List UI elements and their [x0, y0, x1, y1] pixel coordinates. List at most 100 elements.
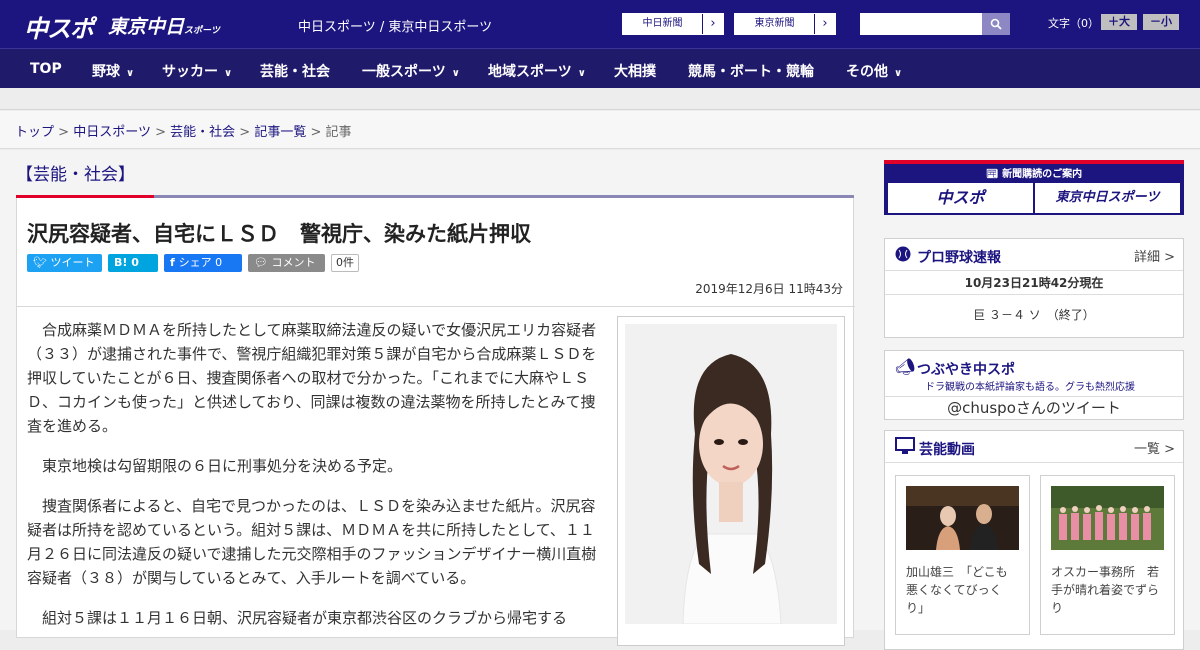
twitter-icon: 🐦︎ [33, 256, 51, 269]
nav-item-general-sports[interactable]: 一般スポーツ ∨ [362, 61, 460, 81]
chuspo-logo[interactable]: 中スポ [24, 9, 94, 44]
baseball-score[interactable]: 巨 ３－４ ソ （終了） [885, 295, 1183, 335]
chevron-right-icon: › [822, 16, 828, 31]
site-name[interactable]: 中日スポーツ / 東京中日スポーツ [298, 16, 492, 35]
subscription-title-text: 新聞購読のご案内 [1002, 169, 1083, 180]
comment-button[interactable]: 💬︎ コメント [248, 254, 325, 272]
article: 沢尻容疑者、自宅にＬＳＤ 警視庁、染みた紙片押収 🐦︎ ツイート B! 0 f … [16, 198, 855, 646]
video-caption: 加山雄三 「どこも悪くなくてびっくり」 [906, 565, 1008, 615]
share-buttons: 🐦︎ ツイート B! 0 f シェア 0 💬︎ コメント 0件 [27, 254, 359, 272]
nav-item-sumo[interactable]: 大相撲 [614, 61, 656, 81]
article-date: 2019年12月6日 11時43分 [695, 282, 843, 296]
nav-item-soccer[interactable]: サッカー ∨ [162, 61, 232, 81]
article-paragraph: 東京地検は勾留期限の６日に刑事処分を決める予定。 [42, 457, 403, 475]
subscription-title: 📰︎ 新聞購読のご案内 [884, 165, 1184, 180]
article-headline: 沢尻容疑者、自宅にＬＳＤ 警視庁、染みた紙片押収 [27, 222, 531, 246]
portrait-image [625, 324, 837, 624]
breadcrumb-entertainment[interactable]: 芸能・社会 [170, 125, 235, 140]
subscribe-chuspo-button[interactable]: 中スポ [888, 183, 1033, 213]
breadcrumb-chunichi-sports[interactable]: 中日スポーツ [73, 125, 151, 140]
search-button[interactable] [982, 13, 1010, 35]
facebook-share-button[interactable]: f シェア 0 [164, 254, 242, 272]
article-paragraph: 組対５課は１１月１６日朝、沢尻容疑者が東京都渋谷区のクラブから帰宅する [42, 609, 568, 627]
nav-label: 大相撲 [614, 64, 656, 80]
video-thumbnail [1051, 486, 1164, 550]
video-thumbnail [906, 486, 1019, 550]
search-icon [990, 18, 1002, 30]
baseball-icon [895, 246, 911, 262]
breadcrumb-separator: > [58, 125, 70, 140]
chunichi-shimbun-link[interactable]: 中日新聞 › [622, 13, 724, 35]
breadcrumb-top[interactable]: トップ [15, 125, 54, 140]
comment-icon: 💬︎ [254, 256, 272, 269]
tweets-widget: 📣︎ つぶやき中スポ ドラ観戦の本紙評論家も語る。グラも熱烈応援 @chuspo… [884, 350, 1184, 420]
chevron-right-icon: › [710, 16, 716, 31]
tokyo-logo-text: 東京中日 [108, 16, 185, 38]
nav-item-other[interactable]: その他 ∨ [846, 61, 902, 81]
breadcrumb-separator: > [155, 125, 166, 140]
main-nav: TOP 野球 ∨ サッカー ∨ 芸能・社会 一般スポーツ ∨ 地域スポーツ ∨ 大相撲 … [0, 48, 1200, 88]
chunichi-shimbun-label: 中日新聞 [623, 14, 703, 34]
article-body: 合成麻薬ＭＤＭＡを所持したとして麻薬取締法違反の疑いで女優沢尻エリカ容疑者（３３… [27, 318, 607, 646]
subscribe-tokyo-chunichi-button[interactable]: 東京中日スポーツ [1035, 183, 1180, 213]
nav-item-racing[interactable]: 競馬・ボート・競輪 [688, 61, 814, 81]
chuspo-tweets-link[interactable]: @chuspoさんのツイート [885, 397, 1183, 419]
article-paragraph: 合成麻薬ＭＤＭＡを所持したとして麻薬取締法違反の疑いで女優沢尻エリカ容疑者（３３… [27, 321, 597, 435]
video-widget-header: 芸能動画 一覧 > [885, 431, 1183, 463]
facebook-share-label: シェア 0 [178, 256, 223, 269]
tokyo-shimbun-label: 東京新聞 [735, 14, 815, 34]
chevron-down-icon: ∨ [224, 68, 233, 79]
video-caption: オスカー事務所 若手が晴れ着姿でずらり [1051, 565, 1160, 615]
tokyo-chunichi-logo[interactable]: 東京中日スポーツ [108, 12, 220, 39]
font-size-label: 文字（0） [1048, 17, 1099, 30]
font-smaller-button[interactable]: －小 [1143, 14, 1179, 30]
portrait-illustration [625, 324, 837, 624]
nav-item-baseball[interactable]: 野球 ∨ [92, 61, 134, 81]
chevron-down-icon: ∨ [894, 68, 903, 79]
twitter-share-button[interactable]: 🐦︎ ツイート [27, 254, 102, 272]
spacer-strip [0, 88, 1200, 110]
nav-label: 一般スポーツ [362, 64, 446, 80]
megaphone-icon: 📣︎ [895, 357, 916, 376]
breadcrumb-separator: > [239, 125, 251, 140]
nav-label: 競馬・ボート・競輪 [688, 64, 814, 80]
facebook-icon: f [170, 256, 179, 269]
nav-item-regional-sports[interactable]: 地域スポーツ ∨ [488, 61, 586, 81]
nav-item-top[interactable]: TOP [30, 61, 62, 77]
nav-label: サッカー [162, 64, 218, 80]
breadcrumb-current: 記事 [325, 125, 352, 140]
video-list-link[interactable]: 一覧 > [1134, 438, 1175, 457]
monitor-icon [895, 437, 915, 454]
article-divider [17, 306, 855, 307]
chevron-down-icon: ∨ [577, 68, 586, 79]
hatena-bookmark-button[interactable]: B! 0 [108, 254, 158, 272]
top-header: 中スポ 東京中日スポーツ 中日スポーツ / 東京中日スポーツ 中日新聞 › 東京… [0, 0, 1200, 48]
tokyo-logo-sub: スポーツ [184, 26, 220, 36]
baseball-widget-title: プロ野球速報 [917, 250, 1001, 266]
search-box [860, 13, 1010, 35]
baseball-widget-header: プロ野球速報 詳細 > [885, 239, 1183, 271]
tweets-widget-title: つぶやき中スポ [917, 362, 1015, 378]
category-heading: 【芸能・社会】 [16, 165, 135, 185]
subscription-banner[interactable]: 📰︎ 新聞購読のご案内 中スポ 東京中日スポーツ [884, 160, 1184, 215]
breadcrumb-separator: > [310, 125, 322, 140]
twitter-share-label: ツイート [50, 256, 95, 269]
baseball-widget: プロ野球速報 詳細 > 10月23日21時42分現在 巨 ３－４ ソ （終了） [884, 238, 1184, 338]
baseball-details-link[interactable]: 詳細 > [1134, 246, 1175, 265]
comment-count[interactable]: 0件 [331, 254, 359, 272]
breadcrumb: トップ > 中日スポーツ > 芸能・社会 > 記事一覧 > 記事 [0, 111, 1200, 149]
breadcrumb-article-list[interactable]: 記事一覧 [254, 125, 306, 140]
chevron-down-icon: ∨ [451, 68, 460, 79]
newspaper-icon: 📰︎ [985, 169, 1003, 180]
nav-item-entertainment[interactable]: 芸能・社会 [260, 61, 330, 81]
tweets-widget-header: 📣︎ つぶやき中スポ ドラ観戦の本紙評論家も語る。グラも熱烈応援 [885, 351, 1183, 397]
video-item[interactable]: オスカー事務所 若手が晴れ着姿でずらり [1040, 475, 1175, 635]
article-photo[interactable] [617, 316, 845, 646]
font-larger-button[interactable]: ＋大 [1101, 14, 1137, 30]
video-item[interactable]: 加山雄三 「どこも悪くなくてびっくり」 [895, 475, 1030, 635]
nav-label: 地域スポーツ [488, 64, 572, 80]
baseball-update-time: 10月23日21時42分現在 [885, 271, 1183, 295]
search-input[interactable] [860, 13, 982, 35]
tokyo-shimbun-link[interactable]: 東京新聞 › [734, 13, 836, 35]
video-widget-title: 芸能動画 [919, 442, 975, 458]
